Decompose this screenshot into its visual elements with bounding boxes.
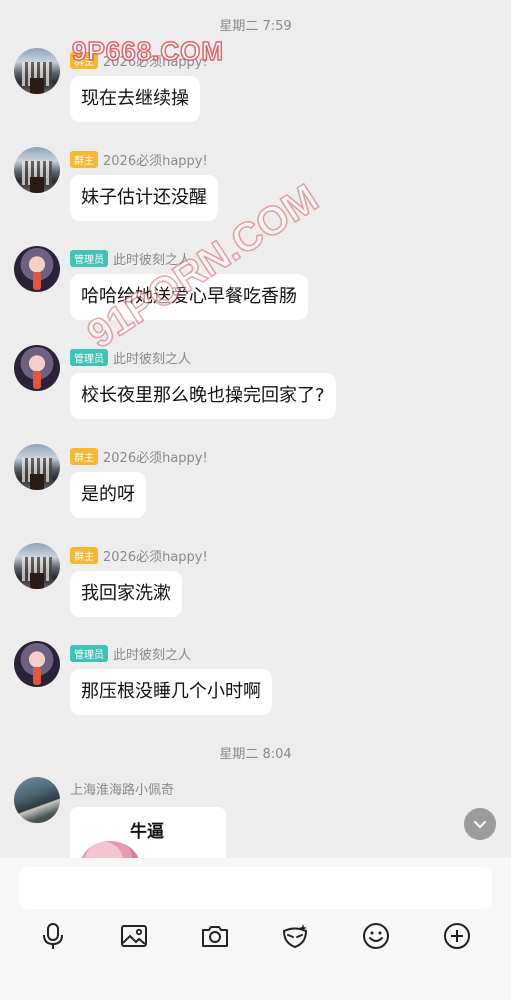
microphone-icon [43,923,63,949]
building-avatar[interactable] [14,147,60,193]
building-avatar[interactable] [14,444,60,490]
sender-name: 上海淮海路小佩奇 [70,783,175,798]
emoji-icon [363,923,389,949]
chevron-down-icon [474,821,486,828]
admin-badge: 管理员 [70,349,108,366]
owner-badge: 群主 [70,448,98,465]
building-avatar[interactable] [14,48,60,94]
sender-line: 群主 2026必须happy! [70,150,208,169]
sender-line: 群主 2026必须happy! [70,51,208,70]
message-bubble[interactable]: 我回家洗漱 [70,571,182,617]
sender-line: 管理员 此时彼刻之人 [70,644,191,663]
sender-name: 2026必须happy! [103,550,208,565]
anime-avatar[interactable] [14,345,60,391]
road-avatar[interactable] [14,777,60,823]
message-bubble[interactable]: 校长夜里那么晚也操完回家了? [70,373,336,419]
message-input[interactable] [19,867,492,909]
chat-area[interactable]: 星期二 7:59 群主 2026必须happy! 现在去继续操 群主 2026必须h… [0,0,511,858]
scroll-to-bottom-button[interactable] [464,808,496,840]
sender-name: 此时彼刻之人 [113,352,192,367]
more-button[interactable] [439,918,475,954]
admin-badge: 管理员 [70,250,108,267]
sender-line: 管理员 此时彼刻之人 [70,249,191,268]
sender-name: 2026必须happy! [103,55,208,70]
admin-badge: 管理员 [70,645,108,662]
sticker-character [80,841,140,858]
sender-line: 群主 2026必须happy! [70,546,208,565]
anime-avatar[interactable] [14,641,60,687]
building-avatar[interactable] [14,543,60,589]
message-bubble[interactable]: 那压根没睡几个小时啊 [70,669,272,715]
sender-name: 此时彼刻之人 [113,253,192,268]
plus-icon [444,923,470,949]
composer [0,858,511,1000]
time-separator: 星期二 8:04 [219,747,292,762]
owner-badge: 群主 [70,151,98,168]
sender-name: 此时彼刻之人 [113,648,192,663]
sender-line: 群主 2026必须happy! [70,447,208,466]
emoji-button[interactable] [358,918,394,954]
voice-button[interactable] [35,918,71,954]
message-bubble[interactable]: 哈哈给她送爱心早餐吃香肠 [70,274,308,320]
mask-icon [282,924,308,949]
sender-line: 管理员 此时彼刻之人 [70,348,191,367]
camera-button[interactable] [197,918,233,954]
message-bubble[interactable]: 现在去继续操 [70,76,200,122]
image-button[interactable] [116,918,152,954]
image-icon [121,925,147,947]
message-bubble[interactable]: 妹子估计还没醒 [70,175,218,221]
owner-badge: 群主 [70,547,98,564]
sticker-caption: 牛逼 [130,822,164,842]
sender-name: 2026必须happy! [103,451,208,466]
camera-icon [202,926,228,947]
sticker-message[interactable]: 牛逼 [70,807,226,858]
anime-avatar[interactable] [14,246,60,292]
sender-name: 2026必须happy! [103,154,208,169]
message-bubble[interactable]: 是的呀 [70,472,146,518]
mask-button[interactable] [277,918,313,954]
time-separator: 星期二 7:59 [219,19,292,34]
owner-badge: 群主 [70,52,98,69]
